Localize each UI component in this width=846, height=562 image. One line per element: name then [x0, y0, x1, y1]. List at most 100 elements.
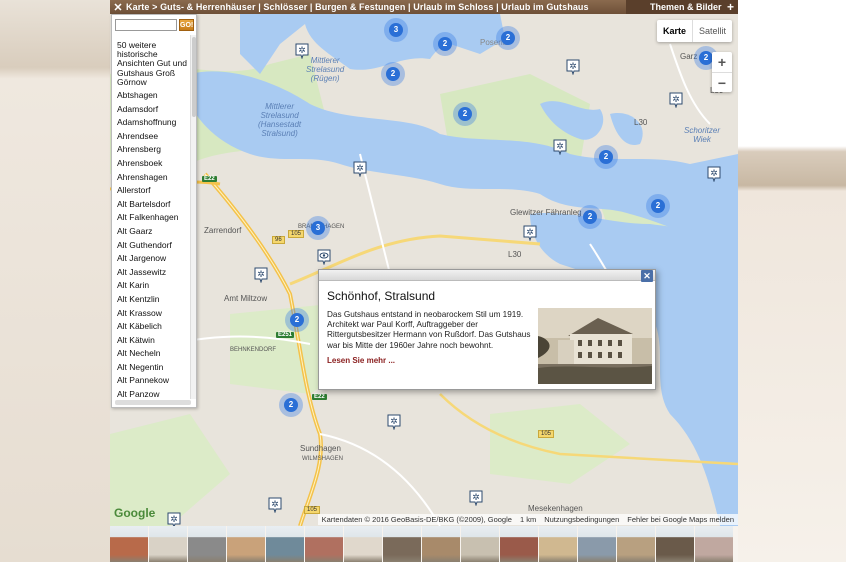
list-item[interactable]: Ahrensboek	[115, 157, 191, 171]
list-item[interactable]: 50 weitere historische Ansichten Gut und…	[115, 39, 191, 89]
map-type-karte-button[interactable]: Karte	[657, 20, 692, 42]
image-thumbnail[interactable]	[695, 526, 733, 562]
manor-pin-icon[interactable]: ✲	[268, 497, 282, 513]
map-type-control: Karte Satellit	[656, 20, 732, 42]
manor-photo[interactable]	[538, 308, 652, 384]
close-info-button[interactable]: ✕	[641, 270, 653, 282]
map-type-satellit-button[interactable]: Satellit	[691, 20, 732, 42]
list-item[interactable]: Alt Kentzlin	[115, 293, 191, 307]
image-thumbnail[interactable]	[188, 526, 226, 562]
eye-pin-icon[interactable]	[317, 249, 331, 265]
image-thumbnail[interactable]	[422, 526, 460, 562]
marker-cluster[interactable]: 2	[285, 308, 309, 332]
list-item[interactable]: Alt Jassewitz	[115, 266, 191, 280]
report-error-link[interactable]: Fehler bei Google Maps melden	[627, 515, 734, 524]
list-item[interactable]: Alt Falkenhagen	[115, 211, 191, 225]
manor-pin-icon[interactable]: ✲	[469, 490, 483, 506]
manor-pin-icon[interactable]: ✲	[254, 267, 268, 283]
road-number-105: 105	[288, 230, 305, 238]
manor-pin-icon[interactable]: ✲	[566, 59, 580, 75]
search-input[interactable]	[115, 19, 177, 31]
label-mittlerer-strelasund-ruegen: Mittlerer Strelasund (Rügen)	[306, 56, 345, 83]
image-thumbnail[interactable]	[539, 526, 577, 562]
manor-pin-icon[interactable]: ✲	[387, 414, 401, 430]
image-thumbnail[interactable]	[461, 526, 499, 562]
list-item[interactable]: Alt Pannekow	[115, 374, 191, 388]
svg-text:✲: ✲	[672, 94, 680, 104]
list-item[interactable]: Alt Bartelsdorf	[115, 198, 191, 212]
location-list[interactable]: 50 weitere historische Ansichten Gut und…	[115, 39, 191, 401]
image-thumbnail[interactable]	[578, 526, 616, 562]
list-item[interactable]: Abtshagen	[115, 89, 191, 103]
image-thumbnail[interactable]	[227, 526, 265, 562]
image-thumbnail[interactable]	[344, 526, 382, 562]
label-schoritzer-wiek: Schoritzer Wiek	[684, 126, 721, 144]
list-item[interactable]: Alt Gaarz	[115, 225, 191, 239]
list-item[interactable]: Alt Karin	[115, 279, 191, 293]
image-thumbnail[interactable]	[149, 526, 187, 562]
manor-pin-icon[interactable]: ✲	[669, 92, 683, 108]
marker-cluster[interactable]: 2	[279, 393, 303, 417]
read-more-link[interactable]: Lesen Sie mehr ...	[327, 356, 395, 365]
zoom-out-button[interactable]: −	[712, 72, 732, 92]
google-logo[interactable]: Google	[114, 506, 155, 520]
list-item[interactable]: Adamsdorf	[115, 103, 191, 117]
list-item[interactable]: Ahrenshagen	[115, 171, 191, 185]
info-description: Das Gutshaus entstand in neobarockem Sti…	[327, 310, 531, 350]
marker-cluster[interactable]: 3	[306, 216, 330, 240]
manor-pin-icon[interactable]: ✲	[353, 161, 367, 177]
marker-cluster[interactable]: 2	[646, 194, 670, 218]
list-item[interactable]: Alt Jargenow	[115, 252, 191, 266]
terms-link[interactable]: Nutzungsbedingungen	[544, 515, 619, 524]
themes-label: Themen & Bilder	[650, 2, 722, 12]
list-item[interactable]: Ahrendsee	[115, 130, 191, 144]
marker-cluster[interactable]: 2	[433, 32, 457, 56]
scrollbar-thumb[interactable]	[192, 37, 196, 117]
svg-text:✲: ✲	[257, 269, 265, 279]
list-item[interactable]: Alt Krassow	[115, 307, 191, 321]
svg-text:✲: ✲	[556, 141, 564, 151]
location-list-panel: GO! 50 weitere historische Ansichten Gut…	[111, 14, 197, 408]
marker-cluster[interactable]: 3	[384, 18, 408, 42]
image-thumbnail[interactable]	[500, 526, 538, 562]
breadcrumb[interactable]: Karte > Guts- & Herrenhäuser | Schlösser…	[126, 2, 626, 12]
label-wilmshagen: WILMSHAGEN	[302, 456, 344, 462]
image-thumbnail[interactable]	[305, 526, 343, 562]
manor-pin-icon[interactable]: ✲	[707, 166, 721, 182]
manor-pin-icon[interactable]: ✲	[553, 139, 567, 155]
list-item[interactable]: Ahrensberg	[115, 143, 191, 157]
manor-pin-icon[interactable]: ✲	[167, 512, 181, 526]
image-thumbnail[interactable]	[656, 526, 694, 562]
marker-cluster[interactable]: 2	[381, 62, 405, 86]
manor-pin-icon[interactable]: ✲	[523, 225, 537, 241]
svg-text:✲: ✲	[390, 416, 398, 426]
marker-cluster[interactable]: 2	[496, 26, 520, 50]
info-title: Schönhof, Stralsund	[327, 289, 436, 303]
scale-label[interactable]: 1 km	[520, 515, 536, 524]
list-scrollbar[interactable]	[190, 35, 196, 399]
zoom-in-button[interactable]: +	[712, 52, 732, 72]
close-map-button[interactable]: ✕	[110, 1, 126, 14]
image-thumbnail[interactable]	[110, 526, 148, 562]
page-background-right	[738, 0, 846, 562]
manor-pin-icon[interactable]: ✲	[295, 43, 309, 59]
list-item[interactable]: Alt Guthendorf	[115, 239, 191, 253]
list-item[interactable]: Alt Necheln	[115, 347, 191, 361]
horizontal-scrollbar[interactable]	[115, 400, 191, 405]
list-item[interactable]: Alt Kätwin	[115, 334, 191, 348]
marker-cluster[interactable]: 2	[453, 102, 477, 126]
list-item[interactable]: Alt Negentin	[115, 361, 191, 375]
go-button[interactable]: GO!	[179, 19, 195, 31]
marker-cluster[interactable]: 2	[594, 145, 618, 169]
themes-and-images-button[interactable]: Themen & Bilder +	[626, 0, 738, 14]
image-thumbnail[interactable]	[617, 526, 655, 562]
list-item[interactable]: Allerstorf	[115, 184, 191, 198]
image-thumbnail[interactable]	[266, 526, 304, 562]
list-item[interactable]: Adamshoffnung	[115, 116, 191, 130]
plus-icon[interactable]: +	[727, 0, 734, 14]
list-item[interactable]: Alt Käbelich	[115, 320, 191, 334]
label-sundhagen: Sundhagen	[300, 444, 341, 453]
image-thumbnail[interactable]	[383, 526, 421, 562]
marker-cluster[interactable]: 2	[578, 205, 602, 229]
road-number-105: 105	[538, 430, 555, 438]
